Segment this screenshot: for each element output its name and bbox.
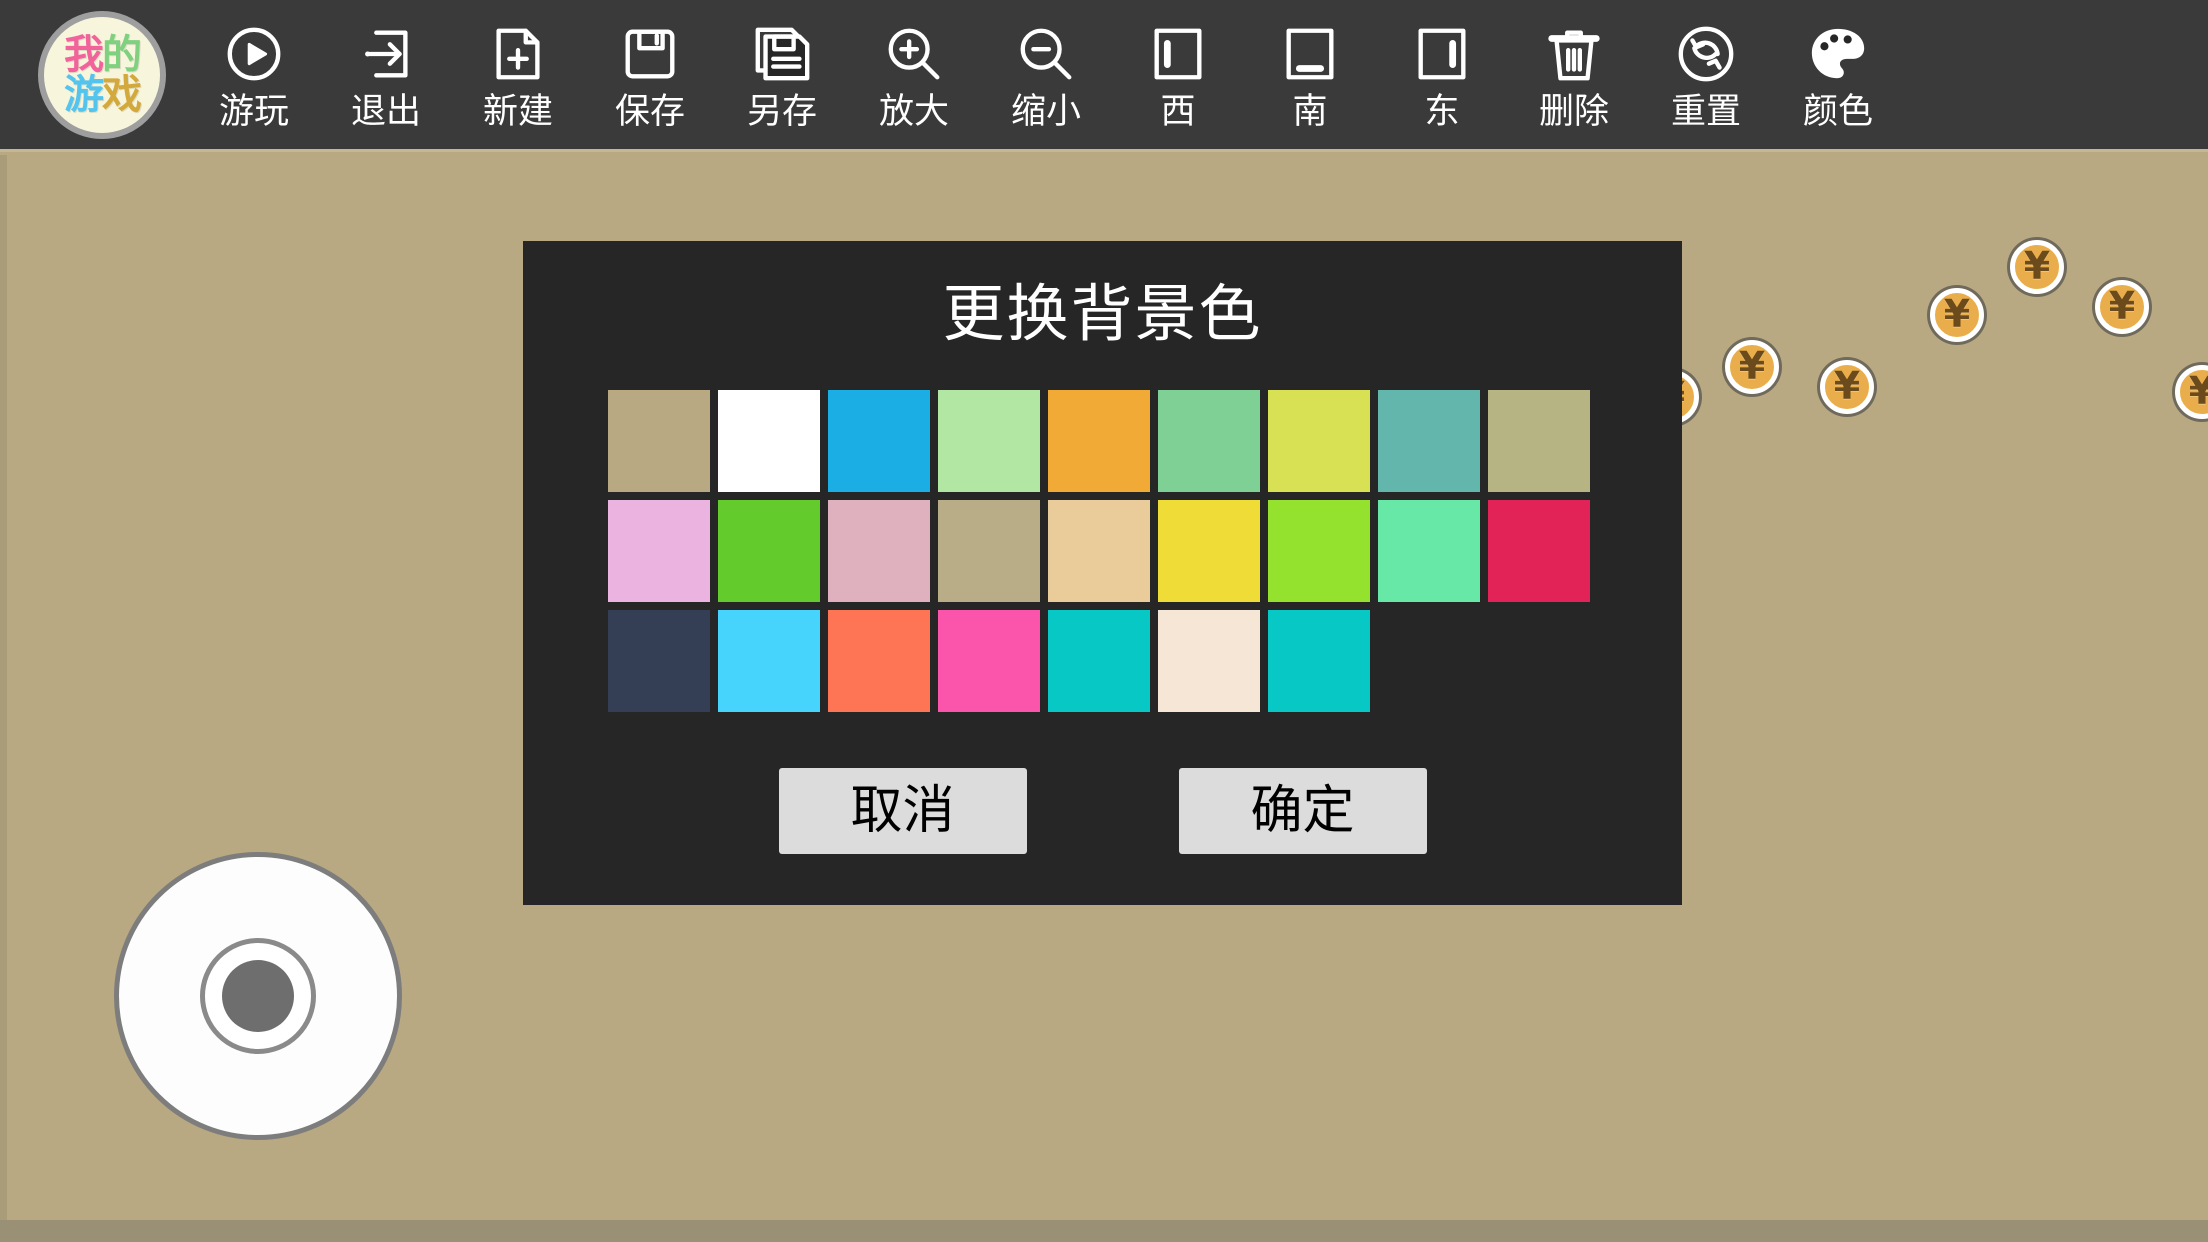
- color-swatch[interactable]: [717, 500, 820, 602]
- dialog-button-row: 取消 确定: [523, 768, 1682, 854]
- app-logo[interactable]: 我 的 游 戏: [38, 10, 166, 139]
- toolbar-button-label: 删除: [1538, 92, 1609, 132]
- logo-char-2: 的: [102, 31, 142, 78]
- coin-symbol: ¥: [2108, 283, 2136, 328]
- toolbar-button-label: 缩小: [1010, 92, 1081, 132]
- color-swatch[interactable]: [1157, 610, 1260, 712]
- color-swatch[interactable]: [1047, 610, 1150, 712]
- color-swatch[interactable]: [1267, 610, 1370, 712]
- color-swatch[interactable]: [607, 500, 710, 602]
- palette-icon: [1807, 19, 1869, 89]
- coin-sprite: ¥: [2095, 280, 2149, 334]
- toolbar-button-缩小[interactable]: 缩小: [980, 9, 1112, 141]
- coin-symbol: ¥: [1943, 291, 1971, 336]
- color-swatch-grid: [607, 390, 1598, 712]
- color-swatch[interactable]: [937, 500, 1040, 602]
- color-swatch[interactable]: [1487, 500, 1590, 602]
- coin-sprite: ¥: [1725, 340, 1779, 394]
- coin-sprite: ¥: [2010, 240, 2064, 294]
- toolbar-button-颜色[interactable]: 颜色: [1772, 9, 1904, 141]
- joystick-knob-ring: [200, 938, 316, 1054]
- toolbar-button-放大[interactable]: 放大: [848, 9, 980, 141]
- toolbar-button-label: 东: [1424, 92, 1460, 132]
- color-swatch[interactable]: [937, 610, 1040, 712]
- color-swatch[interactable]: [607, 390, 710, 492]
- logo-row-top: 我 的: [64, 31, 142, 78]
- coin-sprite: ¥: [1820, 360, 1874, 414]
- toolbar-button-label: 另存: [746, 92, 817, 132]
- floppy-save-icon: [619, 19, 681, 89]
- logo-char-1: 我: [64, 31, 104, 78]
- zoom-out-icon: [1015, 19, 1077, 89]
- ground-strip: [0, 1220, 2208, 1242]
- align-south-icon: [1279, 19, 1341, 89]
- color-swatch[interactable]: [1267, 500, 1370, 602]
- play-circle-icon: [223, 19, 285, 89]
- toolbar-button-游玩[interactable]: 游玩: [188, 9, 320, 141]
- toolbar-button-label: 南: [1292, 92, 1328, 132]
- align-west-icon: [1147, 19, 1209, 89]
- cancel-button[interactable]: 取消: [778, 768, 1027, 854]
- logo-char-4: 戏: [102, 71, 142, 118]
- save-as-icon: [751, 19, 813, 89]
- toolbar-button-另存[interactable]: 另存: [716, 9, 848, 141]
- color-swatch[interactable]: [827, 610, 930, 712]
- zoom-in-icon: [883, 19, 945, 89]
- color-swatch[interactable]: [1377, 390, 1480, 492]
- dialog-title: 更换背景色: [942, 277, 1263, 350]
- toolbar-button-重置[interactable]: 重置: [1640, 9, 1772, 141]
- coin-symbol: ¥: [1738, 343, 1766, 388]
- color-swatch[interactable]: [1047, 390, 1150, 492]
- toolbar-button-西[interactable]: 西: [1112, 9, 1244, 141]
- logo-char-3: 游: [64, 71, 104, 118]
- swatch-row: [607, 610, 1598, 712]
- color-swatch[interactable]: [1157, 500, 1260, 602]
- toolbar-button-南[interactable]: 南: [1244, 9, 1376, 141]
- exit-arrow-icon: [355, 19, 417, 89]
- toolbar-button-label: 游玩: [218, 92, 289, 132]
- reset-refresh-icon: [1675, 19, 1737, 89]
- toolbar-button-label: 新建: [482, 92, 553, 132]
- coin-symbol: ¥: [1833, 363, 1861, 408]
- color-swatch[interactable]: [1377, 500, 1480, 602]
- trash-icon: [1543, 19, 1605, 89]
- joystick-knob[interactable]: [222, 960, 294, 1032]
- color-swatch[interactable]: [1157, 390, 1260, 492]
- toolbar-button-label: 退出: [350, 92, 421, 132]
- toolbar: 我 的 游 戏 游玩 退出 新建 保存 另存 放大 缩小 西 南 东 删除 重置 颜色: [0, 0, 2208, 152]
- change-background-color-dialog: 更换背景色 取消 确定: [523, 241, 1682, 905]
- virtual-joystick[interactable]: [114, 852, 402, 1140]
- swatch-row: [607, 500, 1598, 602]
- color-swatch[interactable]: [1487, 390, 1590, 492]
- toolbar-button-保存[interactable]: 保存: [584, 9, 716, 141]
- toolbar-button-东[interactable]: 东: [1376, 9, 1508, 141]
- canvas-left-edge: [0, 155, 7, 1242]
- color-swatch[interactable]: [827, 390, 930, 492]
- swatch-row: [607, 390, 1598, 492]
- color-swatch[interactable]: [827, 500, 930, 602]
- coin-symbol: ¥: [2188, 368, 2208, 413]
- color-swatch[interactable]: [1047, 500, 1150, 602]
- color-swatch[interactable]: [1267, 390, 1370, 492]
- toolbar-button-label: 西: [1160, 92, 1196, 132]
- toolbar-button-label: 颜色: [1802, 92, 1873, 132]
- color-swatch[interactable]: [607, 610, 710, 712]
- toolbar-button-新建[interactable]: 新建: [452, 9, 584, 141]
- logo-row-bottom: 游 戏: [64, 71, 142, 118]
- align-east-icon: [1411, 19, 1473, 89]
- toolbar-button-label: 保存: [614, 92, 685, 132]
- toolbar-button-label: 放大: [878, 92, 949, 132]
- color-swatch[interactable]: [717, 390, 820, 492]
- color-swatch[interactable]: [937, 390, 1040, 492]
- coin-sprite: ¥: [1930, 288, 1984, 342]
- toolbar-items: 游玩 退出 新建 保存 另存 放大 缩小 西 南 东 删除 重置 颜色: [188, 9, 1904, 141]
- color-swatch[interactable]: [717, 610, 820, 712]
- game-screen: ¥¥¥¥¥¥¥ 我 的 游 戏 游玩退出新建保存另存放大缩小西南东删除重置颜色 …: [0, 0, 2208, 1242]
- coin-symbol: ¥: [2023, 243, 2051, 288]
- toolbar-button-退出[interactable]: 退出: [320, 9, 452, 141]
- toolbar-button-label: 重置: [1670, 92, 1741, 132]
- file-plus-icon: [487, 19, 549, 89]
- confirm-button[interactable]: 确定: [1178, 768, 1427, 854]
- toolbar-button-删除[interactable]: 删除: [1508, 9, 1640, 141]
